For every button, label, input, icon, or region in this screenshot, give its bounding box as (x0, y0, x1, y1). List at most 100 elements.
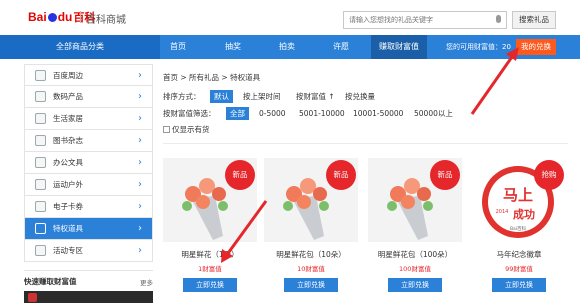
quick-earn-section: 快速赚取财富值 更多 (24, 270, 153, 290)
product-image[interactable]: 新品 (264, 158, 358, 242)
sidebar-item-label: 生活家居 (53, 114, 83, 123)
search-input[interactable] (344, 12, 490, 28)
available-points: 您的可用财富值：20 (446, 43, 511, 51)
sidebar-item-office[interactable]: 办公文具 › (24, 152, 153, 174)
chevron-right-icon: › (138, 135, 142, 146)
category-sidebar: 百度周边 › 数码产品 › 生活家居 › 图书杂志 › 办公文具 › 运动户外 … (24, 64, 153, 262)
product-name[interactable]: 明星鲜花包（100朵） (368, 249, 462, 260)
sidebar-item-digital[interactable]: 数码产品 › (24, 86, 153, 108)
product-card: 新品 明星鲜花包（10朵） 10财富值 立即兑换 (264, 158, 358, 292)
logo-divider (80, 11, 81, 23)
sidebar-item-label: 百度周边 (53, 71, 83, 80)
product-image[interactable]: 新品 (368, 158, 462, 242)
sidebar-item-books[interactable]: 图书杂志 › (24, 130, 153, 152)
nav-auction[interactable]: 拍卖 (279, 35, 295, 59)
product-price: 10财富值 (297, 265, 325, 273)
sidebar-item-label: 活动专区 (53, 246, 83, 255)
product-image[interactable]: 马上 成功 2014 Bai百科 抢购 (472, 158, 566, 242)
filter-50000-plus[interactable]: 50000以上 (414, 107, 453, 120)
redeem-button[interactable]: 立即兑换 (284, 278, 338, 292)
badge-art-year: 2014 (496, 209, 509, 215)
product-card: 马上 成功 2014 Bai百科 抢购 马年纪念徽章 99财富值 立即兑换 (472, 158, 566, 292)
book-icon (35, 135, 46, 146)
sort-by-date[interactable]: 按上架时间 (243, 90, 281, 103)
filter-5001-10000[interactable]: 5001-10000 (299, 107, 345, 120)
sidebar-item-events[interactable]: 活动专区 › (24, 240, 153, 262)
sidebar-item-home-living[interactable]: 生活家居 › (24, 108, 153, 130)
product-price: 99财富值 (505, 265, 533, 273)
sidebar-item-ecards[interactable]: 电子卡券 › (24, 196, 153, 218)
nav-home[interactable]: 首页 (170, 35, 186, 59)
search-button[interactable]: 搜索礼品 (512, 11, 556, 29)
product-price: 1财富值 (198, 265, 222, 273)
flag-icon (35, 245, 46, 256)
nav-lottery[interactable]: 抽奖 (225, 35, 241, 59)
flash-sale-badge: 抢购 (534, 160, 564, 190)
redeem-button[interactable]: 立即兑换 (492, 278, 546, 292)
sidebar-item-sports[interactable]: 运动户外 › (24, 174, 153, 196)
camera-icon (35, 91, 46, 102)
sidebar-item-label: 运动户外 (53, 180, 83, 189)
pen-icon (35, 157, 46, 168)
badge-art-sub: 成功 (513, 207, 535, 221)
chevron-right-icon: › (138, 91, 142, 102)
sidebar-item-privilege[interactable]: 特权道具 › (24, 218, 153, 240)
sort-label: 排序方式： (163, 92, 201, 101)
chevron-right-icon: › (138, 245, 142, 256)
microphone-icon[interactable] (496, 15, 501, 23)
chevron-right-icon: › (138, 113, 142, 124)
product-image[interactable]: 新品 (163, 158, 257, 242)
filter-all[interactable]: 全部 (226, 107, 249, 120)
filter-10001-50000[interactable]: 10001-50000 (353, 107, 403, 120)
nav-wish[interactable]: 许愿 (333, 35, 349, 59)
product-price: 100财富值 (399, 265, 431, 273)
new-badge: 新品 (430, 160, 460, 190)
badge-art-brand: Bai百科 (510, 225, 527, 232)
chevron-right-icon: › (138, 201, 142, 212)
nav-earn-points[interactable]: 赚取财富值 (371, 35, 427, 59)
product-name[interactable]: 明星鲜花（1朵） (163, 249, 257, 260)
search-box[interactable] (343, 11, 507, 29)
gift-icon (35, 223, 46, 234)
ball-icon (35, 179, 46, 190)
quick-earn-more-link[interactable]: 更多 (140, 277, 153, 287)
sidebar-item-label: 办公文具 (53, 158, 83, 167)
card-icon (35, 201, 46, 212)
quick-earn-banner[interactable] (24, 291, 153, 303)
product-card: 新品 明星鲜花包（100朵） 100财富值 立即兑换 (368, 158, 462, 292)
sort-by-points[interactable]: 按财富值 ↑ (296, 90, 335, 103)
header: Baidu百科 百科商城 搜索礼品 (0, 0, 580, 34)
all-categories[interactable]: 全部商品分类 (0, 35, 160, 59)
breadcrumb: 首页 > 所有礼品 > 特权道具 (163, 73, 261, 82)
logo-text: Bai (28, 10, 47, 24)
logo-text-2: du (57, 10, 73, 24)
filter-label: 按财富值筛选： (163, 109, 216, 118)
sidebar-item-label: 特权道具 (53, 224, 83, 233)
arrow-to-exchange (470, 53, 516, 115)
paw-icon (47, 13, 57, 22)
product-name[interactable]: 明星鲜花包（10朵） (264, 249, 358, 260)
product-card: 新品 明星鲜花（1朵） 1财富值 立即兑换 (163, 158, 257, 292)
new-badge: 新品 (225, 160, 255, 190)
bag-icon (35, 70, 46, 81)
chevron-right-icon: › (138, 70, 142, 81)
site-name: 百科商城 (86, 15, 126, 26)
in-stock-label: 仅显示有货 (172, 125, 210, 134)
product-name[interactable]: 马年纪念徽章 (472, 249, 566, 260)
quick-earn-title: 快速赚取财富值 (24, 277, 77, 286)
redeem-button[interactable]: 立即兑换 (388, 278, 442, 292)
sidebar-item-label: 电子卡券 (53, 202, 83, 211)
redeem-button[interactable]: 立即兑换 (183, 278, 237, 292)
sort-by-exchanges[interactable]: 按兑换量 (345, 90, 375, 103)
chevron-right-icon: › (138, 157, 142, 168)
chevron-right-icon: › (138, 179, 142, 190)
new-badge: 新品 (326, 160, 356, 190)
checkbox-icon[interactable] (163, 126, 170, 133)
my-exchange-button[interactable]: 我的兑换 (516, 39, 556, 55)
sidebar-item-baidu-merch[interactable]: 百度周边 › (24, 64, 153, 86)
sidebar-item-label: 图书杂志 (53, 136, 83, 145)
filter-0-5000[interactable]: 0-5000 (259, 107, 286, 120)
in-stock-checkbox[interactable]: 仅显示有货 (163, 124, 210, 135)
badge-art-main: 马上 (503, 186, 533, 204)
sort-default[interactable]: 默认 (210, 90, 233, 103)
